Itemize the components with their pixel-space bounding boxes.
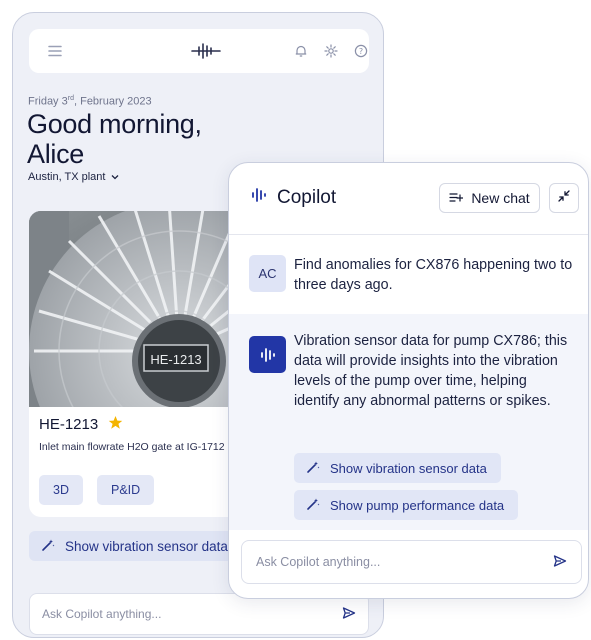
bot-message: Vibration sensor data for pump CX786; th… <box>294 333 568 409</box>
plant-label: Austin, TX plant <box>28 171 106 183</box>
new-chat-button[interactable]: New chat <box>439 183 540 213</box>
chevron-down-icon <box>111 171 119 183</box>
new-chat-icon <box>449 190 464 206</box>
action-show-vibration[interactable]: Show vibration sensor data <box>294 453 501 483</box>
hamburger-icon[interactable] <box>45 41 65 61</box>
copilot-avatar-icon <box>249 336 286 373</box>
star-icon[interactable] <box>108 415 123 434</box>
user-message: Find anomalies for CX876 happening two t… <box>294 257 573 293</box>
send-icon[interactable] <box>342 606 356 623</box>
suggestion-label: Show vibration sensor data <box>65 538 228 554</box>
copilot-panel: Copilot New chat AC Find anomalies for C… <box>228 162 589 599</box>
date-label: Friday 3rd, February 2023 <box>28 95 152 108</box>
plant-selector[interactable]: Austin, TX plant <box>28 171 119 183</box>
copilot-header: Copilot New chat <box>229 163 588 235</box>
asset-description: Inlet main flowrate H2O gate at IG-1712 <box>39 441 225 453</box>
collapse-button[interactable] <box>549 183 579 213</box>
svg-text:?: ? <box>359 47 363 56</box>
mobile-ask-input[interactable]: Ask Copilot anything... <box>29 593 369 635</box>
asset-name: HE-1213 <box>39 416 99 433</box>
copilot-title-text: Copilot <box>277 187 337 208</box>
greeting-heading: Good morning, Alice <box>27 109 202 169</box>
copilot-title: Copilot <box>251 187 336 209</box>
collapse-icon <box>557 189 571 208</box>
magic-wand-icon <box>41 538 55 555</box>
copilot-ask-input[interactable]: Ask Copilot anything... <box>241 540 582 584</box>
bell-icon[interactable] <box>291 41 311 61</box>
action-show-pump-performance[interactable]: Show pump performance data <box>294 490 519 520</box>
copilot-logo-icon <box>251 187 267 209</box>
mobile-input-placeholder: Ask Copilot anything... <box>42 607 162 621</box>
asset-title: HE-1213 <box>39 415 123 434</box>
gear-icon[interactable] <box>321 41 341 61</box>
magic-wand-icon <box>306 497 320 514</box>
copilot-input-placeholder: Ask Copilot anything... <box>256 555 381 569</box>
user-avatar: AC <box>249 255 286 292</box>
action-label: Show vibration sensor data <box>330 460 487 476</box>
chip-pid[interactable]: P&ID <box>97 475 155 505</box>
top-bar: ? <box>29 29 369 73</box>
action-label: Show pump performance data <box>330 497 505 513</box>
brand-logo-icon <box>189 41 223 61</box>
asset-photo-label: HE-1213 <box>150 352 201 367</box>
magic-wand-icon <box>306 460 320 477</box>
chip-3d[interactable]: 3D <box>39 475 83 505</box>
new-chat-label: New chat <box>471 190 530 206</box>
help-icon[interactable]: ? <box>351 41 371 61</box>
send-icon[interactable] <box>553 554 567 571</box>
